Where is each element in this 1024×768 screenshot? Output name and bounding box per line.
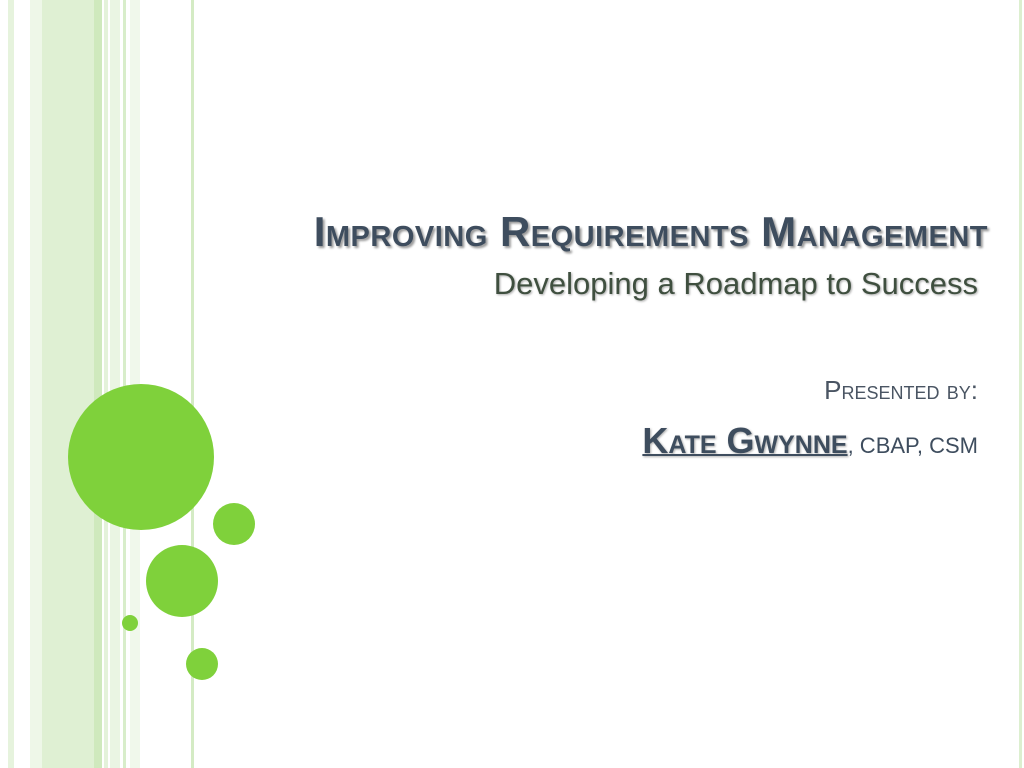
small-circle <box>213 503 255 545</box>
stripe <box>123 0 126 768</box>
stripe <box>1019 0 1022 768</box>
presenter-credentials: , CBAP, CSM <box>847 433 978 458</box>
presented-by-label: Presented by: <box>824 375 978 405</box>
presenter-line: Kate Gwynne, CBAP, CSM <box>642 420 978 462</box>
stripe <box>30 0 42 768</box>
stripe <box>42 0 94 768</box>
tiny-circle <box>122 615 138 631</box>
stripe <box>8 0 14 768</box>
medium-circle <box>146 545 218 617</box>
large-circle <box>68 384 214 530</box>
title-block: Improving Requirements Management Develo… <box>314 208 988 304</box>
small-circle <box>186 648 218 680</box>
slide-title: Improving Requirements Management <box>313 208 988 255</box>
stripe <box>94 0 102 768</box>
slide-subtitle: Developing a Roadmap to Success <box>493 266 978 301</box>
stripe <box>110 0 120 768</box>
stripe <box>104 0 108 768</box>
presenter-name: Kate Gwynne <box>642 420 848 461</box>
